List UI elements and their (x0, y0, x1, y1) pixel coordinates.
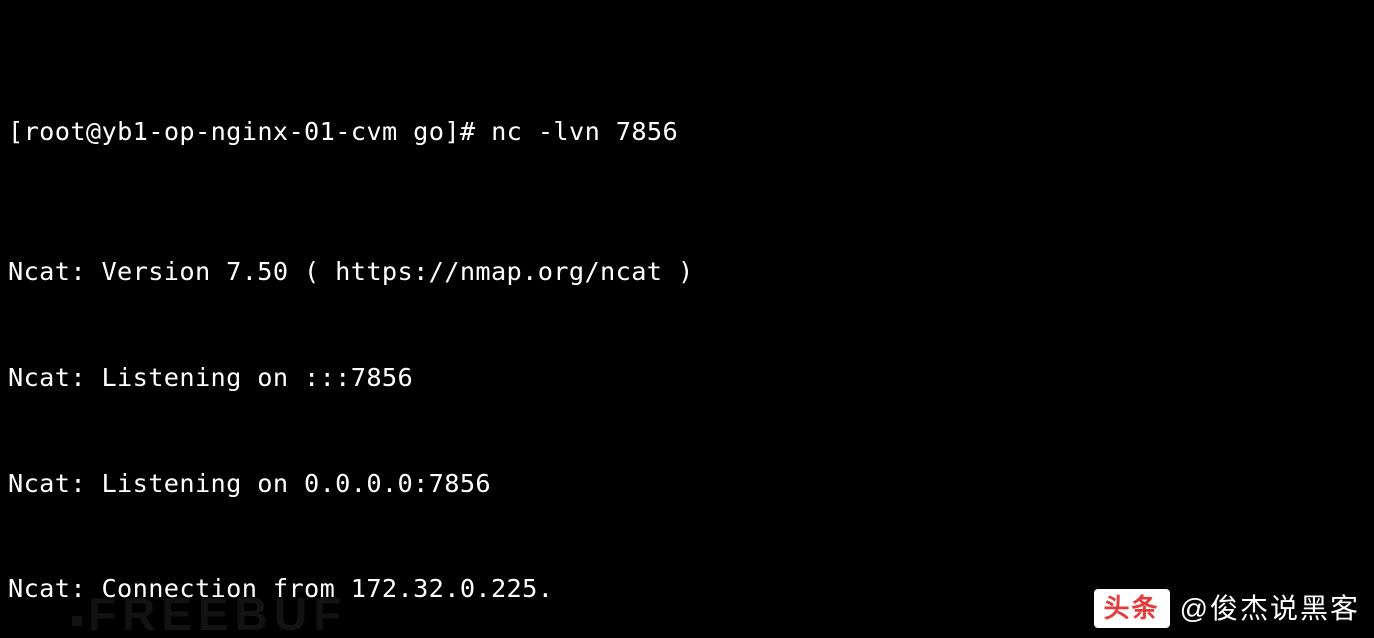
ncat-conn-1: Ncat: Connection from 172.32.0.225. (8, 571, 1366, 606)
prompt1-user: root (24, 117, 86, 146)
prompt1-host: yb1-op-nginx-01-cvm (102, 117, 398, 146)
prompt-line-1: [root@yb1-op-nginx-01-cvm go]# nc -lvn 7… (8, 114, 1366, 149)
prompt1-command: nc -lvn 7856 (491, 117, 678, 146)
prompt1-symbol: # (460, 117, 476, 146)
ncat-version: Ncat: Version 7.50 ( https://nmap.org/nc… (8, 254, 1366, 289)
ncat-listen-ipv4: Ncat: Listening on 0.0.0.0:7856 (8, 466, 1366, 501)
ncat-listen-ipv6: Ncat: Listening on :::7856 (8, 360, 1366, 395)
terminal-window[interactable]: [root@yb1-op-nginx-01-cvm go]# nc -lvn 7… (0, 0, 1374, 638)
prompt1-cwd: go (413, 117, 444, 146)
